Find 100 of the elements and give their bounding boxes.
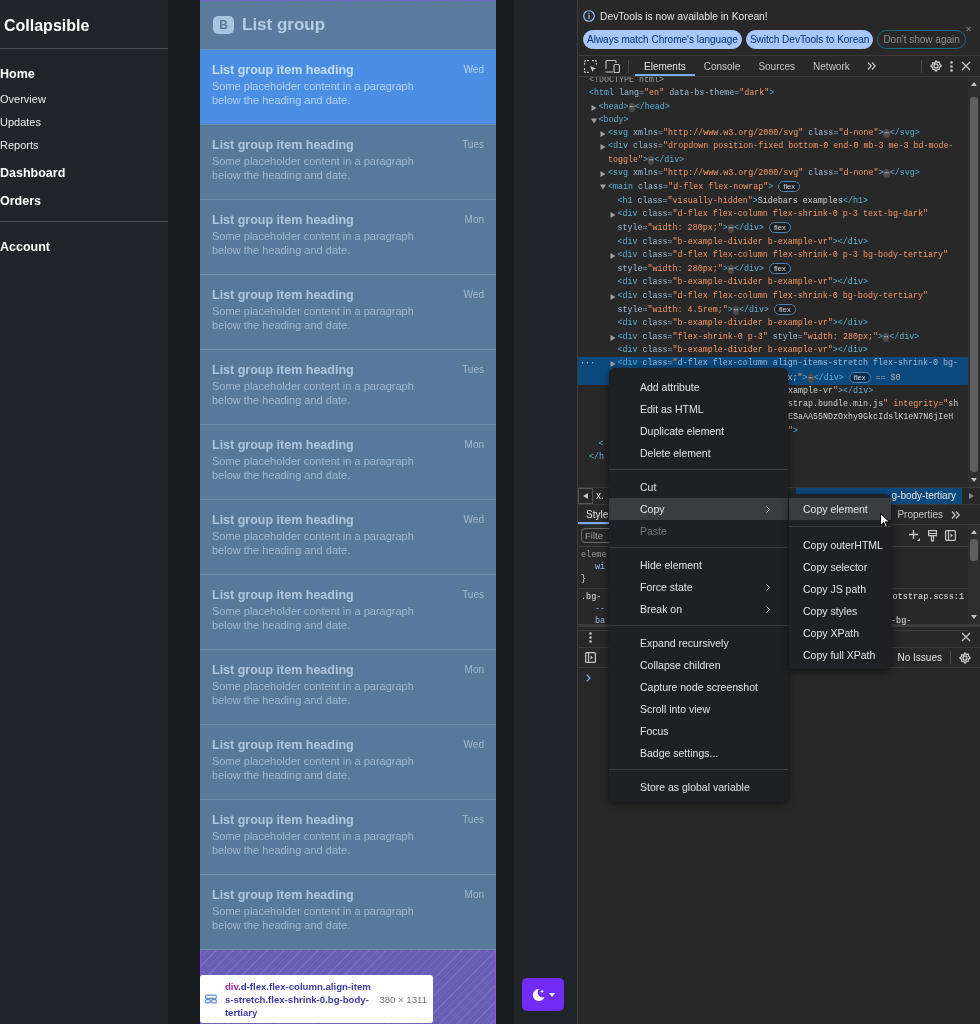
collapsed-arrow-icon[interactable]	[600, 171, 606, 178]
theme-toggle-button[interactable]	[522, 978, 564, 1011]
menu-item[interactable]: Copy	[609, 498, 788, 520]
menu-item[interactable]: Expand recursively	[609, 632, 788, 654]
menu-item[interactable]: Duplicate element	[609, 420, 788, 442]
source-link[interactable]: otstrap.scss:1	[892, 591, 968, 603]
nav-item[interactable]: Account	[0, 239, 168, 255]
collapsed-arrow-icon[interactable]	[600, 131, 606, 138]
menu-item[interactable]: Badge settings...	[609, 742, 788, 764]
dom-node[interactable]: <div class="b-example-divider b-example-vr"></div>	[578, 276, 968, 290]
list-item-date: Wed	[463, 64, 484, 75]
nav-item[interactable]: Home	[0, 66, 168, 82]
close-icon[interactable]	[961, 61, 971, 71]
list-item-text: Some placeholder content in a paragraph below the heading and date.	[212, 605, 415, 632]
menu-item[interactable]: Copy selector	[789, 556, 891, 578]
sidebar-title[interactable]: Collapsible	[0, 0, 168, 40]
menu-item[interactable]: Add attribute	[609, 376, 788, 398]
list-item-heading: List group item heading	[212, 662, 354, 677]
menu-item[interactable]: Capture node screenshot	[609, 676, 788, 698]
infobar-button[interactable]: Always match Chrome's language	[583, 30, 742, 49]
collapsed-arrow-icon[interactable]	[609, 334, 616, 341]
collapsed-arrow-icon[interactable]	[609, 293, 616, 300]
panel-tab[interactable]: Network	[804, 56, 859, 76]
brush-icon[interactable]	[928, 529, 937, 542]
list-item-heading: List group item heading	[212, 587, 354, 602]
menu-item[interactable]: Copy element	[789, 498, 891, 520]
list-item-text: Some placeholder content in a paragraph below the heading and date.	[212, 680, 415, 707]
menu-item[interactable]: Copy XPath	[789, 622, 891, 644]
sidebar-toggle-icon[interactable]	[945, 530, 956, 541]
sidebar-toggle-icon[interactable]	[585, 652, 596, 663]
panel-tab[interactable]: Console	[694, 56, 750, 76]
more-icon[interactable]	[589, 631, 592, 643]
close-icon[interactable]	[961, 632, 971, 642]
nav-item[interactable]: Orders	[0, 193, 168, 209]
panel-tab[interactable]: Sources	[749, 56, 805, 76]
infobar-button[interactable]: Switch DevTools to Korean	[745, 30, 874, 49]
list-item-date: Mon	[464, 439, 484, 450]
css-property: --	[595, 604, 606, 614]
scroll-left-icon[interactable]	[583, 493, 588, 499]
dom-node[interactable]: <h1 class="visually-hidden">Sidebars examples</h1>	[578, 194, 968, 208]
more-icon[interactable]	[950, 60, 953, 72]
code-fragment: ESaAA55NDzOxhy9GkcIdslK1eN7N6jIeH	[788, 411, 954, 425]
menu-item[interactable]: Force state	[609, 576, 788, 598]
dom-node[interactable]: <div class="b-example-divider b-example-vr"></div>	[578, 317, 968, 331]
list-item-text: Some placeholder content in a paragraph below the heading and date.	[212, 905, 415, 932]
moon-icon	[531, 988, 545, 1001]
nav-subitem[interactable]: Overview	[0, 92, 168, 106]
settings-icon[interactable]	[930, 60, 942, 72]
panel-tab[interactable]: Properties	[889, 505, 951, 524]
collapsed-arrow-icon[interactable]	[609, 252, 616, 259]
panel-tab[interactable]: Elements	[635, 56, 695, 76]
dom-node[interactable]: <div class="b-example-divider b-example-vr"></div>	[578, 343, 968, 358]
menu-item[interactable]: Edit as HTML	[609, 398, 788, 420]
device-icon[interactable]	[605, 59, 620, 73]
list-item-date: Mon	[464, 664, 484, 675]
css-value: -bg-	[891, 615, 912, 627]
scrollbar[interactable]	[968, 525, 980, 624]
layout-icon	[205, 994, 217, 1004]
collapsed-arrow-icon[interactable]	[590, 104, 597, 111]
collapsed-arrow-icon[interactable]	[609, 361, 616, 368]
plus-icon[interactable]	[909, 530, 920, 541]
more-actions-dots[interactable]: ···	[580, 357, 596, 371]
menu-item[interactable]: Break on	[609, 598, 788, 620]
nav-subitem[interactable]: Reports	[0, 138, 168, 152]
menu-item[interactable]: Cut	[609, 476, 788, 498]
nav-item[interactable]: Dashboard	[0, 165, 168, 181]
more-tabs-icon[interactable]	[951, 510, 960, 519]
expanded-arrow-icon[interactable]	[590, 117, 597, 124]
menu-item[interactable]: Hide element	[609, 554, 788, 576]
dom-node[interactable]: <body>	[578, 113, 968, 128]
list-item-text: Some placeholder content in a paragraph below the heading and date.	[212, 830, 415, 857]
list-item-text: Some placeholder content in a paragraph below the heading and date.	[212, 530, 415, 557]
menu-item[interactable]: Focus	[609, 720, 788, 742]
collapsed-arrow-icon[interactable]	[600, 144, 606, 151]
settings-icon[interactable]	[959, 651, 971, 664]
inspect-icon[interactable]	[584, 59, 597, 73]
menu-item[interactable]: Copy outerHTML	[789, 534, 891, 556]
menu-item[interactable]: Copy styles	[789, 600, 891, 622]
expanded-arrow-icon[interactable]	[600, 184, 606, 191]
nav-subitem[interactable]: Updates	[0, 115, 168, 129]
scrollbar[interactable]	[968, 77, 980, 487]
close-icon[interactable]	[965, 24, 971, 34]
issues-status[interactable]: No Issues	[897, 652, 942, 663]
list-item-heading: List group item heading	[212, 437, 354, 452]
dom-node[interactable]: <div class="b-example-divider b-example-vr"></div>	[578, 235, 968, 249]
collapsed-arrow-icon[interactable]	[609, 211, 616, 218]
breadcrumb[interactable]: x.	[593, 488, 607, 504]
menu-item[interactable]: Delete element	[609, 442, 788, 464]
menu-item[interactable]: Store as global variable	[609, 776, 788, 798]
list-item-date: Wed	[463, 739, 484, 750]
code-fragment: xample-vr"></div>	[788, 384, 874, 398]
menu-item[interactable]: Copy full XPath	[789, 644, 891, 666]
menu-item[interactable]: Scroll into view	[609, 698, 788, 720]
list-item-date: Tues	[462, 589, 484, 600]
menu-item[interactable]: Copy JS path	[789, 578, 891, 600]
menu-item[interactable]: Collapse children	[609, 654, 788, 676]
prompt-icon	[586, 674, 591, 682]
more-tabs-icon[interactable]	[866, 62, 876, 70]
dom-node[interactable]: <html lang="en" data-bs-theme="dark">	[578, 87, 968, 101]
scroll-right-icon[interactable]	[968, 493, 974, 499]
